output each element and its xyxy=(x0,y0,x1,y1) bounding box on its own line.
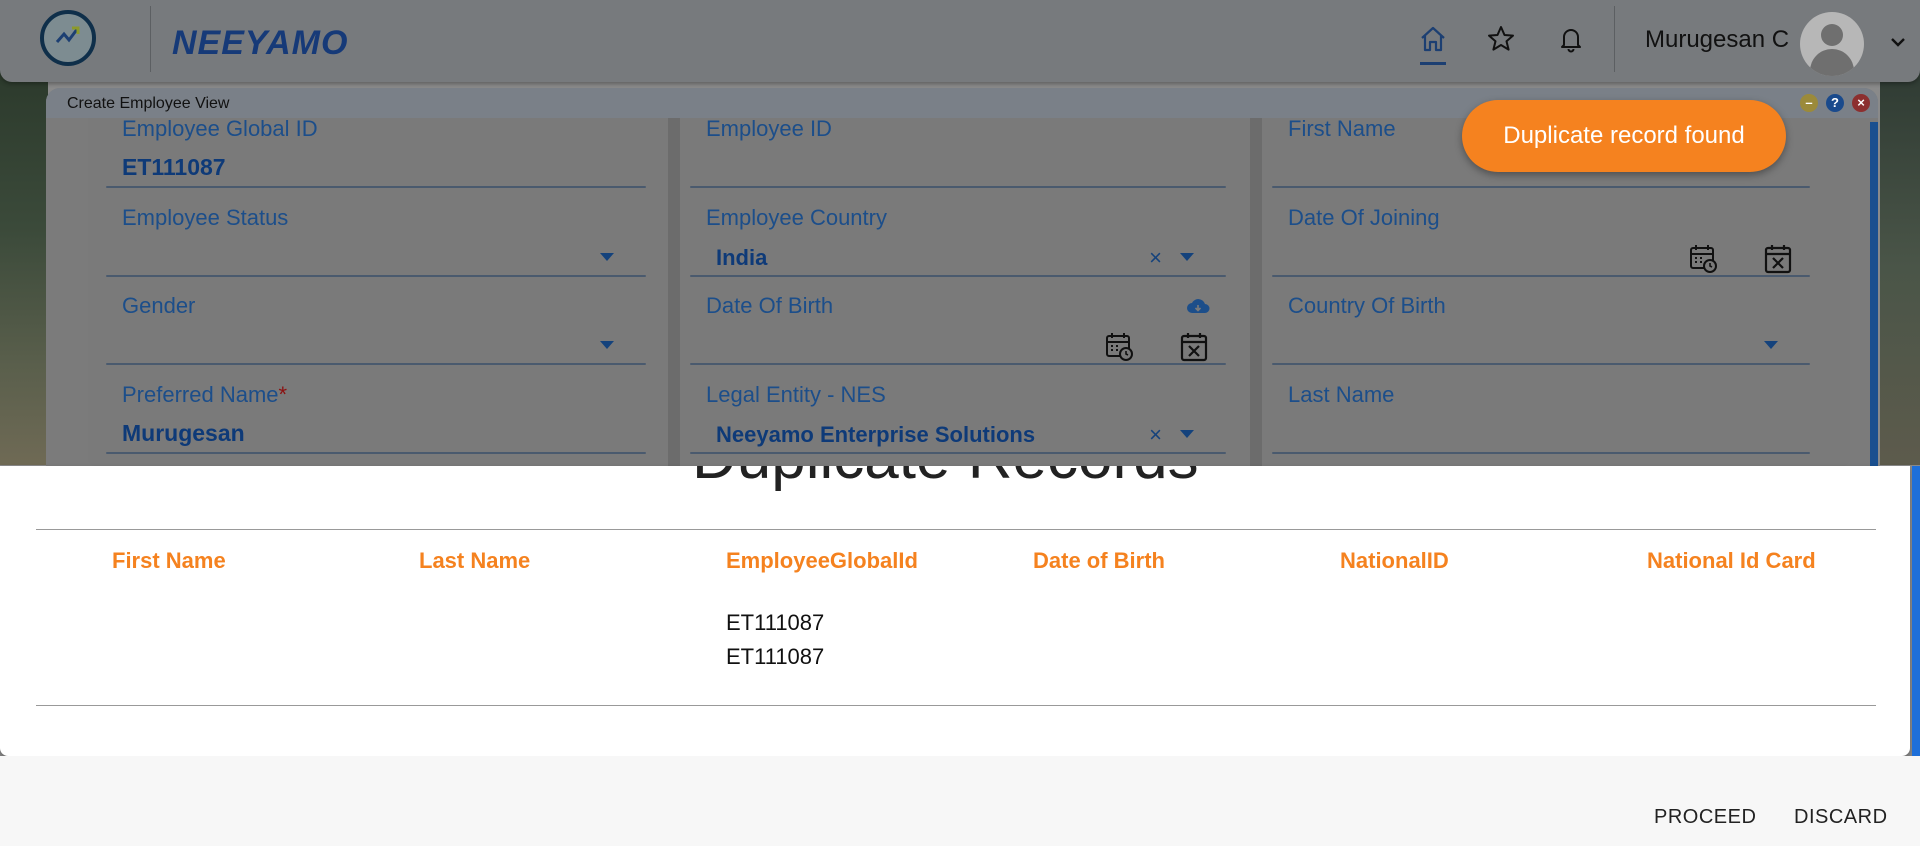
clear-icon[interactable]: × xyxy=(1149,245,1162,271)
chevron-down-icon[interactable] xyxy=(600,341,614,349)
field-label: Legal Entity - NES xyxy=(706,382,886,407)
home-icon[interactable] xyxy=(1418,24,1448,54)
duplicate-toast[interactable]: Duplicate record found xyxy=(1462,100,1786,172)
column-header-national-id: NationalID xyxy=(1340,548,1449,573)
field-label: Date Of Joining xyxy=(1288,205,1440,230)
field-label: Gender xyxy=(122,293,196,318)
proceed-button[interactable]: PROCEED xyxy=(1654,806,1756,829)
page-scrollbar[interactable] xyxy=(1912,466,1920,756)
field-value: India xyxy=(716,245,768,270)
field-label: Country Of Birth xyxy=(1288,293,1446,318)
column-divider xyxy=(668,118,680,466)
table-cell-employee-global-id: ET111087 xyxy=(726,610,825,635)
minimize-icon[interactable]: – xyxy=(1800,94,1818,112)
logo-divider xyxy=(150,6,151,72)
dialog-footer: PROCEED DISCARD xyxy=(0,756,1920,846)
logo-icon[interactable] xyxy=(40,10,96,66)
last-name-field[interactable]: Last Name xyxy=(1272,382,1810,454)
avatar[interactable] xyxy=(1800,12,1864,76)
field-label: First Name xyxy=(1288,116,1396,141)
column-header-national-id-card: National Id Card xyxy=(1647,548,1816,573)
field-label: Employee Status xyxy=(122,205,289,230)
home-active-indicator xyxy=(1420,62,1446,65)
required-mark: * xyxy=(278,382,288,407)
close-icon[interactable]: × xyxy=(1852,94,1870,112)
field-label: Employee Global ID xyxy=(122,116,318,141)
calendar-clear-icon[interactable] xyxy=(1178,331,1210,363)
field-value: ET111087 xyxy=(122,154,226,180)
preferred-name-field[interactable]: Preferred Name* Murugesan xyxy=(106,382,646,454)
column-header-date-of-birth: Date of Birth xyxy=(1033,548,1165,573)
employee-status-select[interactable]: Employee Status xyxy=(106,205,646,277)
field-label: Employee Country xyxy=(706,205,887,230)
gender-select[interactable]: Gender xyxy=(106,293,646,365)
field-label: Preferred Name* xyxy=(122,382,288,407)
calendar-clear-icon[interactable] xyxy=(1762,243,1794,275)
clear-icon[interactable]: × xyxy=(1149,422,1162,448)
discard-button[interactable]: DISCARD xyxy=(1794,806,1888,829)
column-header-last-name: Last Name xyxy=(419,548,531,573)
help-icon[interactable]: ? xyxy=(1826,94,1844,112)
calendar-clock-icon[interactable] xyxy=(1104,331,1136,363)
date-of-joining-field[interactable]: Date Of Joining xyxy=(1272,205,1810,277)
table-divider xyxy=(36,529,1876,530)
chevron-down-icon[interactable] xyxy=(1764,341,1778,349)
field-label: Last Name xyxy=(1288,382,1395,407)
field-label: Date Of Birth xyxy=(706,293,834,318)
chevron-down-icon[interactable] xyxy=(600,253,614,261)
chevron-down-icon[interactable] xyxy=(1888,30,1908,54)
table-cell-employee-global-id: ET111087 xyxy=(726,644,825,669)
background-image-right xyxy=(1880,70,1920,465)
employee-country-select[interactable]: Employee Country India × xyxy=(690,205,1226,277)
dialog-scrollbar[interactable] xyxy=(1870,122,1878,466)
duplicate-records-heading: Duplicate Records xyxy=(692,466,1199,493)
field-value: Murugesan xyxy=(122,420,245,446)
top-header: NEEYAMO Murugesan C xyxy=(0,0,1920,82)
column-header-first-name: First Name xyxy=(112,548,226,573)
user-name[interactable]: Murugesan C xyxy=(1645,26,1789,54)
field-value: Neeyamo Enterprise Solutions xyxy=(716,422,1036,447)
chevron-down-icon[interactable] xyxy=(1180,430,1194,438)
country-of-birth-select[interactable]: Country Of Birth xyxy=(1272,293,1810,365)
star-icon[interactable] xyxy=(1486,24,1516,54)
column-divider xyxy=(1250,118,1262,466)
header-divider xyxy=(1614,6,1615,72)
background-image-left xyxy=(0,70,48,465)
duplicate-records-panel: Duplicate Records First Name Last Name E… xyxy=(0,466,1910,756)
legal-entity-select[interactable]: Legal Entity - NES Neeyamo Enterprise So… xyxy=(690,382,1226,454)
dialog-title: Create Employee View xyxy=(67,95,230,112)
cloud-download-icon[interactable] xyxy=(1186,297,1210,315)
employee-global-id-field[interactable]: Employee Global ID ET111087 xyxy=(106,116,646,188)
field-label: Employee ID xyxy=(706,116,832,141)
table-divider xyxy=(36,705,1876,706)
date-of-birth-field[interactable]: Date Of Birth xyxy=(690,293,1226,365)
bell-icon[interactable] xyxy=(1556,24,1586,54)
employee-id-field[interactable]: Employee ID xyxy=(690,116,1226,188)
calendar-clock-icon[interactable] xyxy=(1688,243,1720,275)
brand-logo[interactable]: NEEYAMO xyxy=(172,24,348,63)
chevron-down-icon[interactable] xyxy=(1180,253,1194,261)
column-header-employee-global-id: EmployeeGlobalId xyxy=(726,548,918,573)
